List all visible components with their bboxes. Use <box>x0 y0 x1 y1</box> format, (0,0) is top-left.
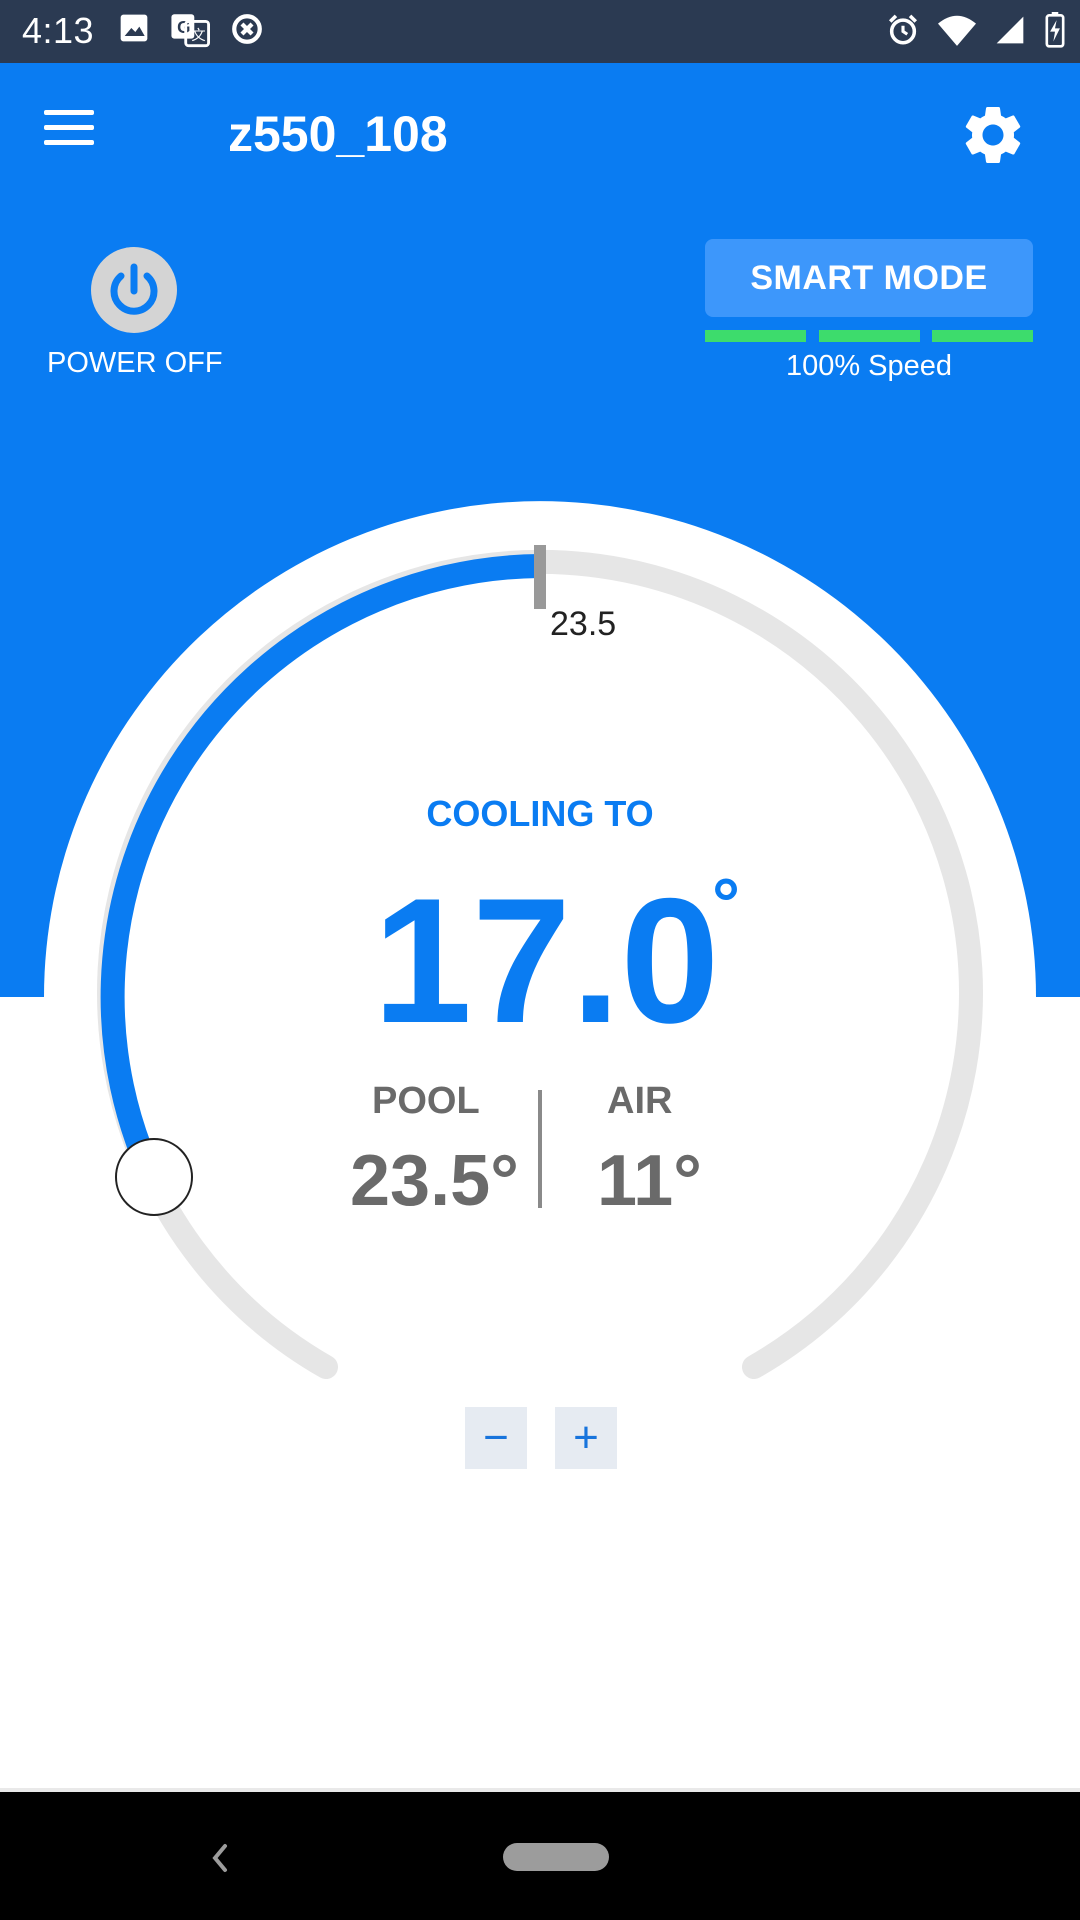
image-icon <box>120 14 148 42</box>
air-temperature: 11° <box>597 1141 702 1221</box>
svg-text:G: G <box>177 17 190 37</box>
current-temp-marker-label: 23.5 <box>550 605 617 643</box>
power-icon <box>110 263 158 315</box>
mode-label: COOLING TO <box>426 793 654 834</box>
air-label: AIR <box>607 1080 673 1122</box>
speed-bar <box>705 330 806 342</box>
status-icons-left: G文 <box>118 12 264 48</box>
power-label: POWER OFF <box>47 347 223 379</box>
translate-icon: G文 <box>171 14 210 48</box>
svg-text:文: 文 <box>191 27 205 44</box>
status-icons-right <box>886 12 1066 48</box>
reading-divider <box>538 1090 542 1208</box>
battery-charging-icon <box>1045 12 1065 48</box>
settings-button[interactable] <box>958 100 1028 170</box>
dial-handle[interactable] <box>115 1138 193 1216</box>
speed-label: 100% Speed <box>785 350 953 382</box>
speed-bar <box>818 330 920 342</box>
target-temperature: 17.0 <box>373 861 720 1060</box>
power-button[interactable] <box>91 247 177 333</box>
signal-icon <box>996 16 1024 44</box>
speed-indicator <box>705 330 1033 342</box>
gear-icon <box>965 106 1021 163</box>
back-icon <box>212 1844 227 1872</box>
status-bar: 4:13 G文 <box>0 0 1080 63</box>
decrease-temp-button[interactable]: − <box>465 1407 527 1469</box>
current-temp-marker <box>534 545 546 609</box>
menu-button[interactable] <box>44 110 104 160</box>
increase-temp-button[interactable]: + <box>555 1407 617 1469</box>
target-degree-symbol: ° <box>712 864 740 942</box>
back-button[interactable] <box>205 1838 235 1878</box>
wifi-icon <box>938 15 976 46</box>
alarm-icon <box>888 14 918 45</box>
page-title: z550_108 <box>228 106 448 162</box>
menu-icon <box>44 110 94 115</box>
pool-temperature: 23.5° <box>350 1141 519 1221</box>
smart-mode-button[interactable]: SMART MODE <box>705 239 1033 317</box>
status-time: 4:13 <box>22 10 95 51</box>
data-saver-icon <box>232 14 262 44</box>
pool-label: POOL <box>372 1080 480 1122</box>
speed-bar <box>932 330 1033 342</box>
home-button[interactable] <box>503 1843 609 1871</box>
